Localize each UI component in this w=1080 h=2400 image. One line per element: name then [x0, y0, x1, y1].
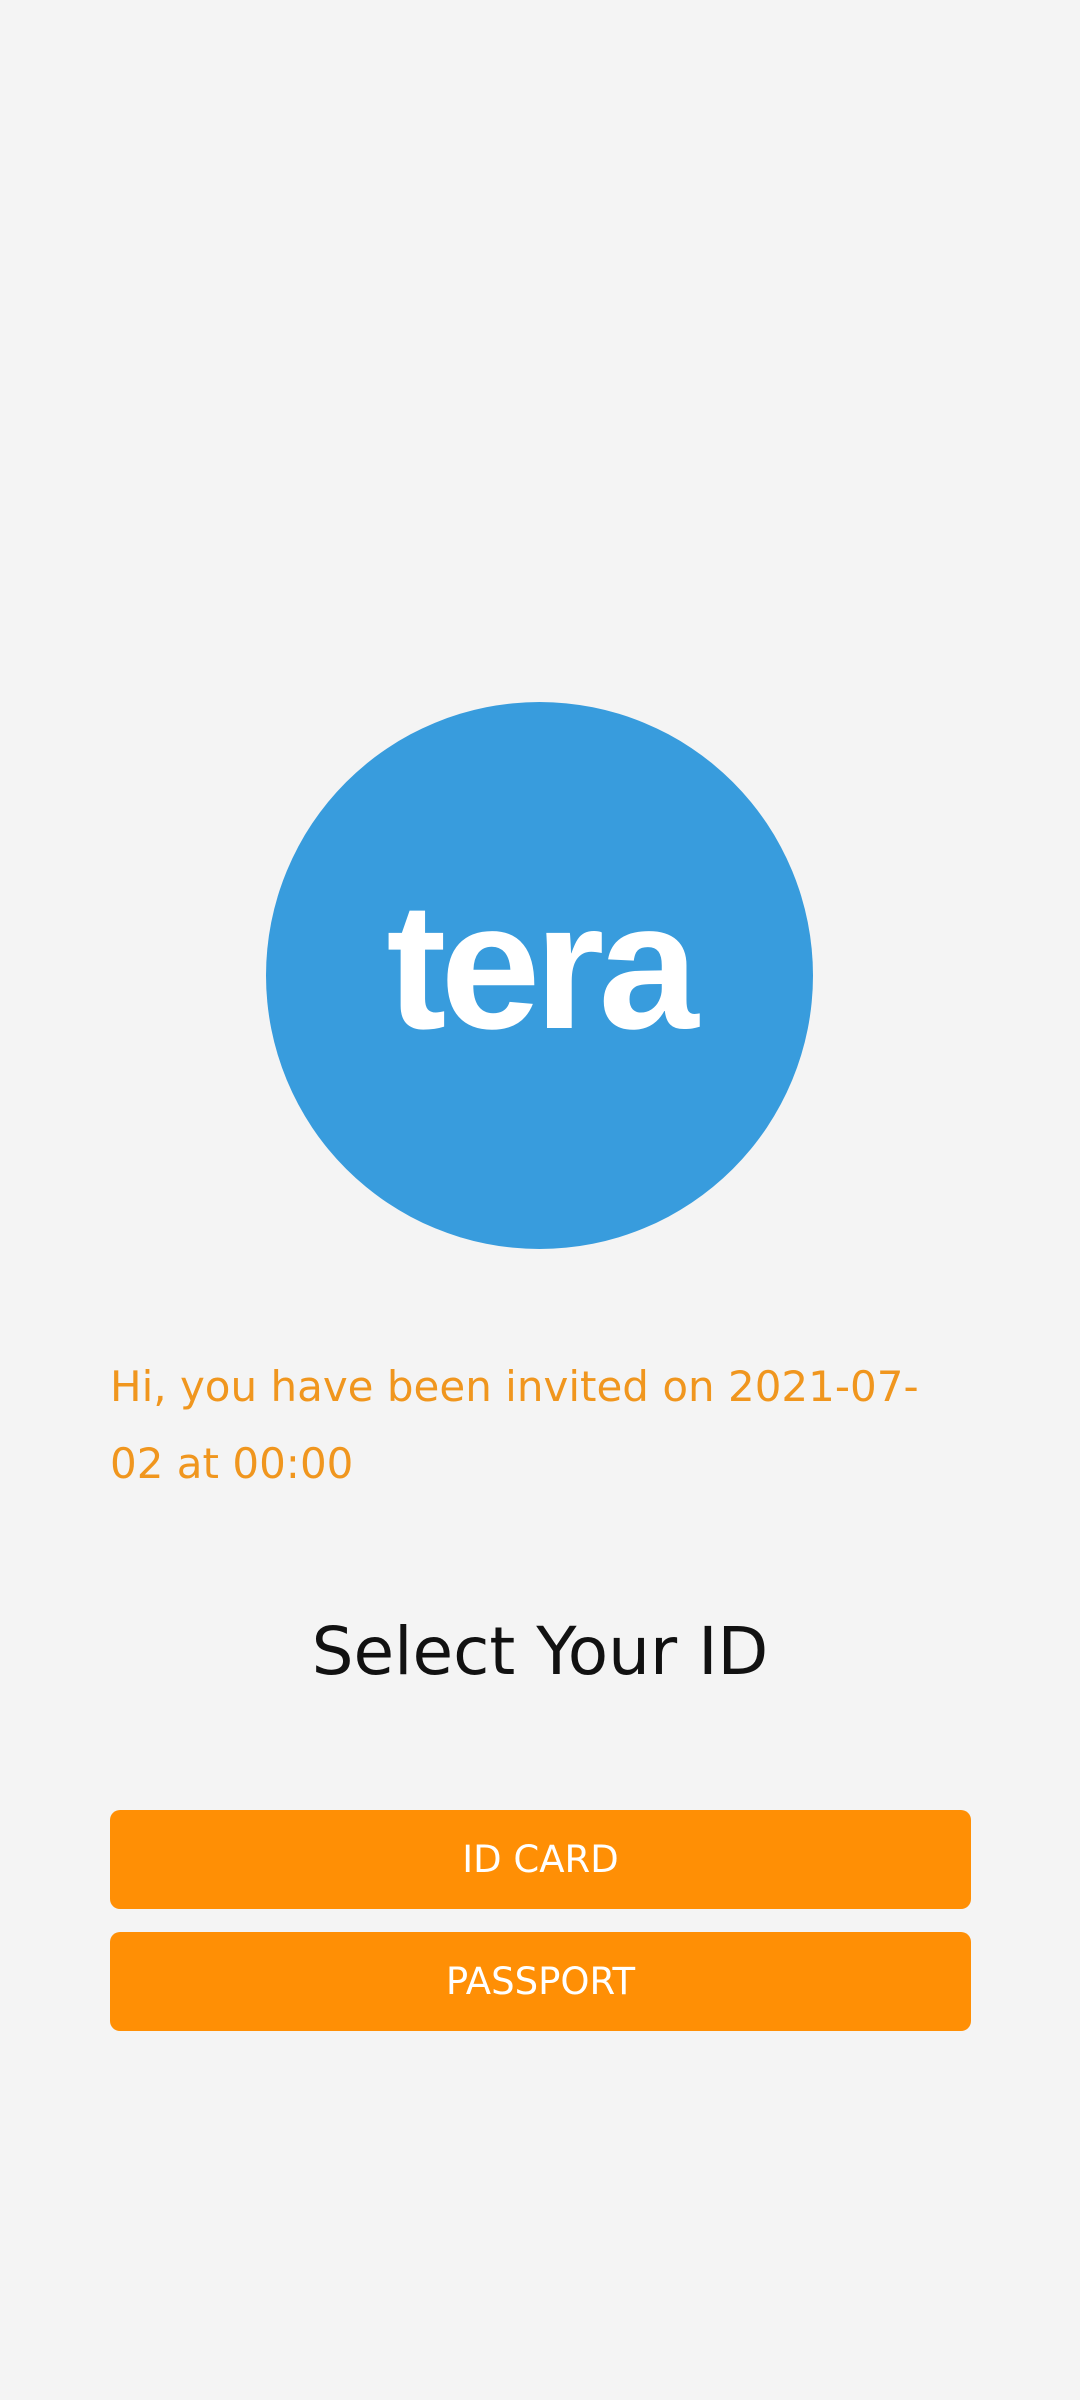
page-title: Select Your ID: [311, 1613, 769, 1690]
tera-logo: tera: [266, 702, 813, 1249]
invitation-message: Hi, you have been invited on 2021-07-02 …: [110, 1362, 919, 1488]
id-card-button[interactable]: ID CARD: [110, 1810, 971, 1909]
logo-text: tera: [386, 865, 698, 1067]
passport-button[interactable]: PASSPORT: [110, 1932, 971, 2031]
